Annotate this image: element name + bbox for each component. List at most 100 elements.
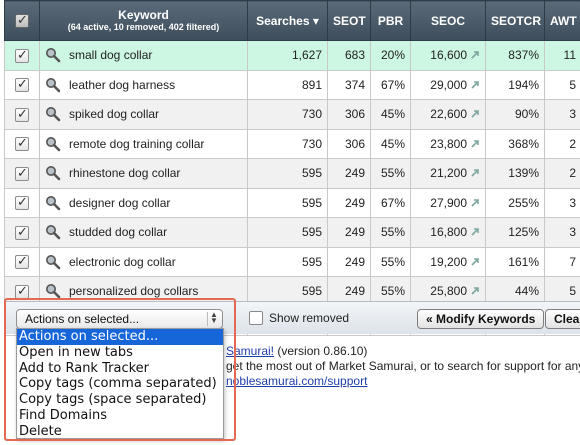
table-row[interactable]: ✓ spiked dog collar 730 306 45% 22,600 9… — [4, 99, 580, 130]
awt-cell: 2 — [544, 128, 580, 159]
select-arrows-icon: ▲ ▼ — [207, 311, 220, 326]
external-link-icon[interactable] — [470, 198, 480, 208]
check-icon: ✓ — [17, 194, 28, 210]
show-removed-checkbox[interactable] — [249, 311, 263, 325]
table-row[interactable]: ✓ rhinestone dog collar 595 249 55% 21,2… — [4, 158, 580, 189]
pbr-column-header[interactable]: PBR — [370, 0, 411, 41]
dropdown-option[interactable]: Copy tags (space separated) — [17, 392, 223, 408]
actions-select-value: Actions on selected... — [25, 312, 140, 326]
seoc-column-header[interactable]: SEOC — [410, 0, 486, 41]
seot-cell: 374 — [327, 69, 371, 100]
row-checkbox[interactable]: ✓ — [15, 194, 29, 211]
table-row[interactable]: ✓ leather dog harness 891 374 67% 29,000… — [4, 69, 580, 100]
external-link-icon[interactable] — [470, 257, 480, 267]
row-checkbox-cell[interactable]: ✓ — [4, 40, 40, 71]
seot-cell: 249 — [327, 246, 371, 277]
table-row[interactable]: ✓ remote dog training collar 730 306 45%… — [4, 128, 580, 159]
actions-select[interactable]: Actions on selected... ▲ ▼ — [16, 309, 223, 329]
dropdown-option[interactable]: Delete — [17, 424, 223, 440]
external-link-icon[interactable] — [470, 80, 480, 90]
select-all-checkbox[interactable]: ✓ — [15, 12, 29, 28]
clear-button[interactable]: Clea — [545, 309, 580, 329]
pbr-cell: 67% — [370, 69, 411, 100]
row-checkbox-cell[interactable]: ✓ — [4, 99, 40, 130]
keyword-table: ✓ Keyword (64 active, 10 removed, 402 fi… — [4, 0, 580, 336]
searches-column-header[interactable]: Searches ▾ — [247, 0, 328, 41]
magnifier-icon[interactable] — [45, 254, 61, 270]
dropdown-option[interactable]: Actions on selected... — [17, 329, 223, 345]
external-link-icon[interactable] — [470, 50, 480, 60]
keyword-text: studded dog collar — [69, 225, 168, 240]
pbr-cell: 45% — [370, 128, 411, 159]
row-checkbox[interactable]: ✓ — [15, 47, 29, 63]
seoc-cell: 19,200 — [410, 246, 486, 277]
magnifier-icon[interactable] — [45, 224, 61, 240]
row-checkbox[interactable]: ✓ — [15, 165, 29, 181]
show-removed-toggle[interactable]: Show removed — [249, 311, 349, 325]
keyword-cell[interactable]: small dog collar — [39, 40, 248, 71]
magnifier-icon[interactable] — [45, 106, 61, 122]
keyword-cell[interactable]: spiked dog collar — [39, 99, 248, 130]
seotcr-column-header[interactable]: SEOTCR — [485, 0, 545, 41]
magnifier-icon[interactable] — [45, 283, 61, 299]
row-checkbox-cell[interactable]: ✓ — [4, 69, 40, 100]
row-checkbox-cell[interactable]: ✓ — [4, 246, 40, 277]
pbr-cell: 67% — [370, 187, 411, 218]
row-checkbox-cell[interactable]: ✓ — [4, 128, 40, 159]
external-link-icon[interactable] — [470, 139, 480, 149]
magnifier-icon[interactable] — [45, 47, 61, 63]
seoc-cell: 23,800 — [410, 128, 486, 159]
seot-column-header[interactable]: SEOT — [327, 0, 371, 41]
keyword-cell[interactable]: studded dog collar — [39, 217, 248, 248]
keyword-cell[interactable]: remote dog training collar — [39, 128, 248, 159]
pbr-cell: 55% — [370, 217, 411, 248]
keyword-cell[interactable]: designer dog collar — [39, 187, 248, 218]
table-row[interactable]: ✓ studded dog collar 595 249 55% 16,800 … — [4, 217, 580, 248]
keyword-cell[interactable]: leather dog harness — [39, 69, 248, 100]
support-link[interactable]: noblesamurai.com/support — [226, 374, 367, 388]
row-checkbox-cell[interactable]: ✓ — [4, 158, 40, 189]
keyword-cell[interactable]: rhinestone dog collar — [39, 158, 248, 189]
seot-cell: 306 — [327, 128, 371, 159]
external-link-icon[interactable] — [470, 227, 480, 237]
row-checkbox[interactable]: ✓ — [15, 135, 29, 152]
dropdown-option[interactable]: Find Domains — [17, 408, 223, 424]
row-checkbox[interactable]: ✓ — [15, 106, 29, 122]
external-link-icon[interactable] — [470, 109, 480, 119]
dropdown-option[interactable]: Open in new tabs — [17, 345, 223, 361]
dropdown-option[interactable]: Add to Rank Tracker — [17, 361, 223, 377]
searches-cell: 1,627 — [247, 40, 328, 71]
row-checkbox[interactable]: ✓ — [15, 224, 29, 240]
keyword-cell[interactable]: electronic dog collar — [39, 246, 248, 277]
seoc-value: 22,600 — [430, 107, 467, 122]
dropdown-option[interactable]: Copy tags (comma separated) — [17, 376, 223, 392]
table-row[interactable]: ✓ electronic dog collar 595 249 55% 19,2… — [4, 246, 580, 277]
awt-cell: 3 — [544, 217, 580, 248]
row-checkbox-cell[interactable]: ✓ — [4, 217, 40, 248]
samurai-link[interactable]: Samurai! — [226, 344, 274, 358]
modify-keywords-button[interactable]: « Modify Keywords — [417, 309, 545, 329]
magnifier-icon[interactable] — [45, 136, 61, 152]
external-link-icon[interactable] — [470, 168, 480, 178]
external-link-icon[interactable] — [470, 286, 480, 296]
row-checkbox[interactable]: ✓ — [15, 76, 29, 93]
searches-cell: 595 — [247, 187, 328, 218]
table-row[interactable]: ✓ small dog collar 1,627 683 20% 16,600 … — [4, 40, 580, 71]
magnifier-icon[interactable] — [45, 165, 61, 181]
seotcr-cell: 125% — [485, 217, 545, 248]
seotcr-cell: 368% — [485, 128, 545, 159]
searches-cell: 595 — [247, 246, 328, 277]
row-checkbox[interactable]: ✓ — [15, 283, 29, 299]
keyword-column-header[interactable]: Keyword (64 active, 10 removed, 402 filt… — [39, 0, 248, 41]
row-checkbox-cell[interactable]: ✓ — [4, 187, 40, 218]
pbr-cell: 55% — [370, 158, 411, 189]
magnifier-icon[interactable] — [45, 195, 61, 211]
table-row[interactable]: ✓ designer dog collar 595 249 67% 27,900… — [4, 187, 580, 218]
select-all-header[interactable]: ✓ — [4, 0, 40, 41]
footer-line-link: noblesamurai.com/support — [226, 374, 367, 388]
magnifier-icon[interactable] — [45, 77, 61, 93]
seoc-cell: 16,600 — [410, 40, 486, 71]
awt-cell: 3 — [544, 99, 580, 130]
awt-column-header[interactable]: AWT — [544, 0, 580, 41]
row-checkbox[interactable]: ✓ — [15, 253, 29, 270]
